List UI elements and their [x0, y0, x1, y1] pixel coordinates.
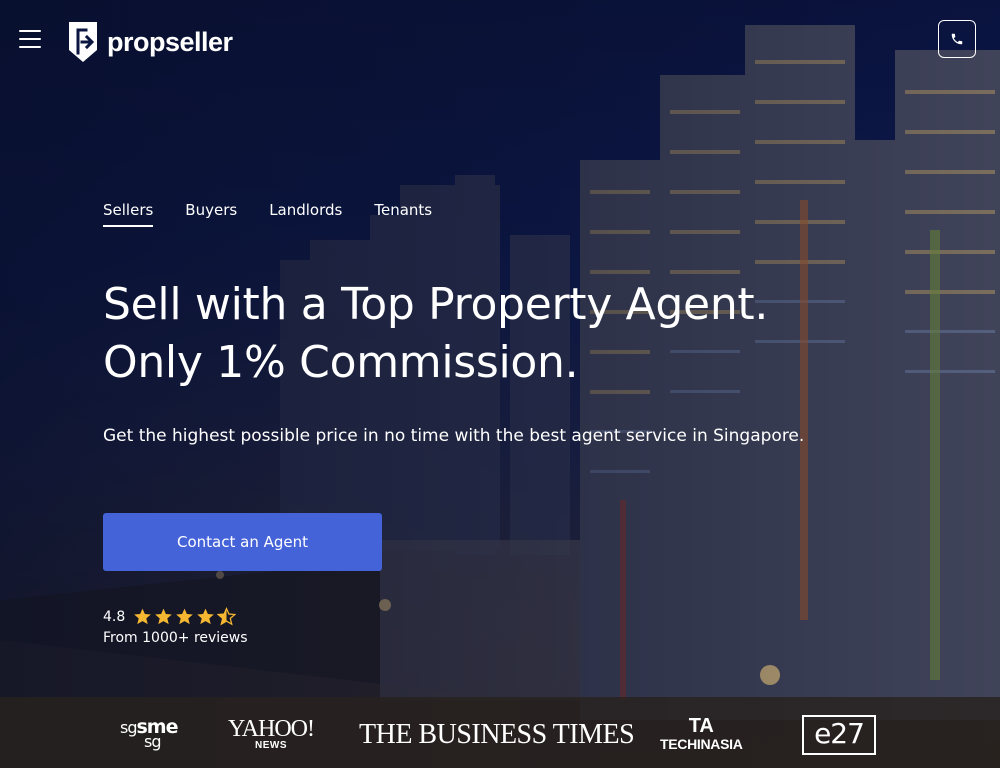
star-full-icon [197, 608, 215, 625]
tab-buyers[interactable]: Buyers [185, 201, 237, 227]
phone-icon [951, 33, 963, 45]
brand-logo[interactable]: propseller [67, 20, 233, 64]
star-full-icon [176, 608, 194, 625]
hero-headline-line1: Sell with a Top Property Agent. [103, 279, 769, 330]
hero-headline-line2: Only 1% Commission. [103, 337, 579, 388]
tab-landlords[interactable]: Landlords [269, 201, 342, 227]
contact-agent-button[interactable]: Contact an Agent [103, 513, 382, 571]
tab-sellers[interactable]: Sellers [103, 201, 154, 227]
hero-headline: Sell with a Top Property Agent. Only 1% … [103, 276, 768, 392]
phone-button[interactable] [938, 20, 976, 58]
hamburger-menu-icon[interactable] [19, 30, 41, 48]
star-full-icon [155, 608, 173, 625]
propseller-shield-icon [69, 22, 97, 62]
star-half-icon [217, 607, 237, 626]
techinasia-logo: TA TECHINASIA [660, 715, 743, 752]
rating-summary: 4.8 From 1000+ reviews [103, 607, 248, 646]
yahoo-news-logo: YAHOO! NEWS [228, 716, 315, 751]
sgsme-logo: sgsme sg [120, 716, 179, 751]
rating-value: 4.8 [103, 608, 126, 625]
tab-tenants[interactable]: Tenants [374, 201, 432, 227]
star-full-icon [134, 608, 152, 625]
star-rating [133, 607, 237, 626]
hero-subtext: Get the highest possible price in no tim… [103, 426, 805, 446]
audience-tabs: Sellers Buyers Landlords Tenants [103, 201, 432, 227]
e27-logo: e27 [802, 715, 876, 755]
business-times-logo: THE BUSINESS TIMES [359, 719, 635, 750]
brand-name: propseller [107, 26, 233, 57]
reviews-count: From 1000+ reviews [103, 630, 248, 646]
